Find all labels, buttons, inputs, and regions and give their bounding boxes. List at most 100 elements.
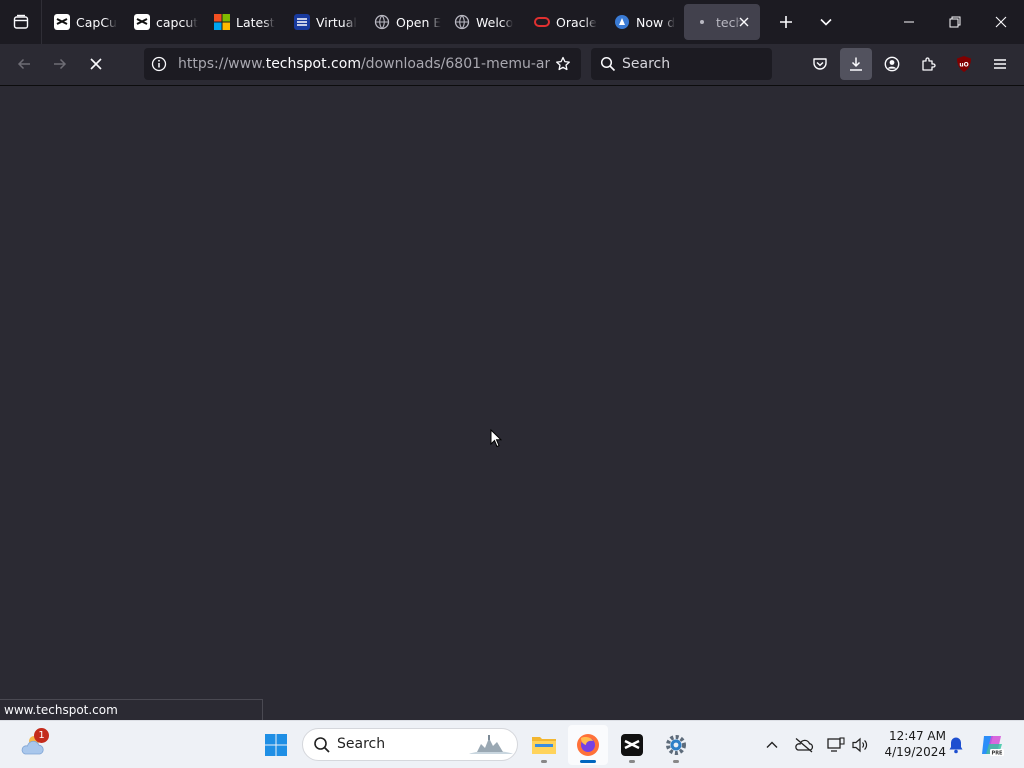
search-bar[interactable]: Search [591, 48, 772, 80]
window-controls [886, 0, 1024, 44]
oracle-icon [534, 14, 550, 30]
close-icon [995, 16, 1007, 28]
running-indicator [629, 760, 635, 763]
bell-icon [949, 737, 963, 754]
url-bar[interactable]: https://www.techspot.com/downloads/6801-… [144, 48, 581, 80]
minimize-icon [904, 21, 914, 23]
taskbar-search-box[interactable]: Search [302, 728, 518, 761]
url-text[interactable]: https://www.techspot.com/downloads/6801-… [178, 48, 550, 80]
ublock-shield-icon: uO [957, 56, 971, 72]
restore-button[interactable] [932, 0, 978, 44]
capcut-icon [54, 14, 70, 30]
mouse-cursor-icon [490, 428, 503, 452]
tab-label: CapCu [76, 14, 117, 30]
new-tab-button[interactable] [766, 0, 806, 44]
speaker-icon [852, 737, 868, 753]
tab-label: Latest [236, 14, 275, 30]
show-hidden-icons-button[interactable] [760, 733, 784, 757]
arrow-left-icon [17, 58, 30, 70]
bookmark-star-icon[interactable] [555, 56, 571, 72]
tab-oracle[interactable]: Oracle [522, 4, 602, 40]
arrow-right-icon [54, 58, 67, 70]
url-host: techspot.com [265, 56, 361, 72]
link-status-panel: www.techspot.com [0, 699, 263, 720]
copilot-button[interactable]: PRE [978, 731, 1006, 759]
restore-icon [949, 16, 961, 28]
extensions-button[interactable] [912, 48, 944, 80]
tab-now[interactable]: Now d [602, 4, 682, 40]
copilot-icon: PRE [982, 736, 1004, 757]
firefox-view-icon [13, 14, 28, 29]
running-indicator [541, 760, 547, 763]
tab-label: Now d [636, 14, 676, 30]
minimize-button[interactable] [886, 0, 932, 44]
notification-center-button[interactable] [944, 733, 968, 757]
tab-label: Welco [476, 14, 514, 30]
ublock-origin-button[interactable]: uO [948, 48, 980, 80]
weather-widget[interactable]: 1 [12, 725, 52, 765]
chevron-down-icon [820, 18, 832, 26]
account-button[interactable] [876, 48, 908, 80]
windows-taskbar: 1 Search 12:47 AM 4/19/2024 PRE [0, 720, 1024, 768]
network-tray[interactable] [824, 733, 848, 757]
pocket-icon [813, 58, 827, 70]
hamburger-menu-icon [994, 59, 1006, 69]
back-button[interactable] [8, 48, 40, 80]
plus-icon [780, 16, 792, 28]
onedrive-tray[interactable] [792, 733, 816, 757]
volume-tray[interactable] [848, 733, 872, 757]
site-info-icon[interactable] [151, 56, 167, 72]
tab-label: Open E [396, 14, 442, 30]
running-indicator [673, 760, 679, 763]
pocket-button[interactable] [804, 48, 836, 80]
download-arrow-icon [850, 57, 862, 71]
firefox-view-button[interactable] [0, 0, 42, 44]
network-icon [827, 737, 845, 752]
taskbar-settings[interactable] [656, 725, 696, 765]
start-button[interactable] [256, 725, 296, 765]
clock-time: 12:47 AM [889, 729, 946, 743]
globe-icon [454, 14, 470, 30]
search-icon [313, 736, 331, 754]
virtualbox-icon [294, 14, 310, 30]
tab-latest[interactable]: Latest [202, 4, 282, 40]
tab-capcut-1[interactable]: CapCu [42, 4, 122, 40]
system-clock[interactable]: 12:47 AM 4/19/2024 [874, 728, 946, 760]
stop-x-icon [90, 58, 102, 70]
microsoft-icon [214, 14, 230, 30]
loading-dot-icon [694, 14, 710, 30]
taskbar-search-placeholder: Search [337, 736, 386, 752]
app-icon [614, 14, 630, 30]
taskbar-file-explorer[interactable] [524, 725, 564, 765]
tab-list: CapCu capcut Latest Virtual Open E Welco… [42, 0, 760, 44]
svg-text:uO: uO [959, 62, 968, 69]
tab-label: Oracle [556, 14, 597, 30]
downloads-button[interactable] [840, 48, 872, 80]
tab-open[interactable]: Open E [362, 4, 442, 40]
puzzle-icon [922, 57, 936, 71]
close-window-button[interactable] [978, 0, 1024, 44]
tab-capcut-2[interactable]: capcut [122, 4, 202, 40]
app-menu-button[interactable] [984, 48, 1016, 80]
svg-text:PRE: PRE [992, 751, 1004, 757]
search-placeholder: Search [622, 56, 671, 72]
tab-virtualbox[interactable]: Virtual [282, 4, 362, 40]
active-indicator [580, 760, 596, 763]
url-path: /downloads/6801-memu-android [360, 56, 550, 72]
windows-logo-icon [265, 734, 287, 756]
close-tab-icon[interactable] [736, 14, 752, 33]
folder-icon [532, 737, 556, 754]
stop-button[interactable] [80, 48, 112, 80]
list-all-tabs-button[interactable] [806, 0, 846, 44]
forward-button[interactable] [44, 48, 76, 80]
search-highlight-castle-icon [467, 732, 515, 758]
page-content-loading [0, 86, 1024, 720]
taskbar-firefox[interactable] [568, 725, 608, 765]
tab-techspot-active[interactable]: tech [684, 4, 760, 40]
clock-date: 4/19/2024 [884, 745, 946, 759]
tab-label: capcut [156, 14, 199, 30]
taskbar-capcut[interactable] [612, 725, 652, 765]
tab-welcome[interactable]: Welco [442, 4, 522, 40]
account-icon [884, 56, 900, 72]
navigation-toolbar: https://www.techspot.com/downloads/6801-… [0, 44, 1024, 86]
